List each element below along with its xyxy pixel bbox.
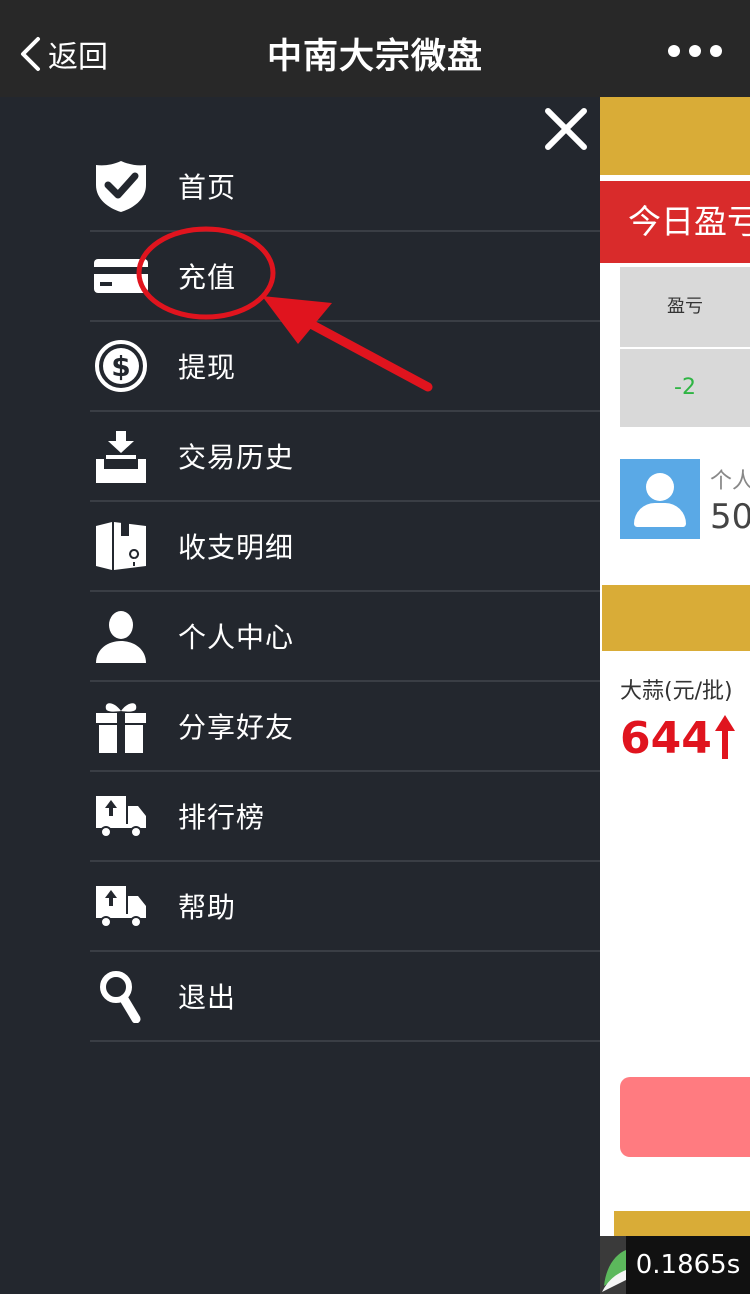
- menu-item-ranking[interactable]: 排行榜: [90, 772, 600, 862]
- gift-icon: [92, 697, 150, 755]
- product-price: 644: [620, 713, 736, 764]
- user-icon: [92, 607, 150, 665]
- menu-item-label: 排行榜: [178, 801, 266, 834]
- menu-item-logout[interactable]: 退出: [90, 952, 600, 1042]
- menu-item-home[interactable]: 首页: [90, 142, 600, 232]
- menu-item-statement[interactable]: 收支明细: [90, 502, 600, 592]
- truck-icon: [92, 787, 150, 845]
- more-menu-icon[interactable]: [668, 45, 722, 57]
- pl-table-header: 盈亏: [620, 267, 750, 347]
- menu-item-label: 交易历史: [178, 441, 295, 474]
- menu-list: 首页 充值 $ 提现 交易历史 收支明细 个人中心 分享好友 排行榜 帮助 退出: [90, 142, 600, 1042]
- menu-item-share[interactable]: 分享好友: [90, 682, 600, 772]
- profile-balance: 50: [710, 497, 750, 537]
- menu-item-label: 充值: [178, 261, 237, 294]
- product-price-value: 644: [620, 713, 712, 764]
- box-icon: [92, 517, 150, 575]
- menu-item-trade-history[interactable]: 交易历史: [90, 412, 600, 502]
- menu-item-recharge[interactable]: 充值: [90, 232, 600, 322]
- action-button[interactable]: [620, 1077, 750, 1157]
- menu-item-help[interactable]: 帮助: [90, 862, 600, 952]
- credit-card-icon: [92, 247, 150, 305]
- menu-item-label: 个人中心: [178, 621, 295, 654]
- menu-item-label: 提现: [178, 351, 237, 384]
- inbox-download-icon: [92, 427, 150, 485]
- menu-item-label: 收支明细: [178, 531, 295, 564]
- product-name: 大蒜(元/批): [620, 679, 733, 704]
- shield-check-icon: [92, 157, 150, 215]
- pl-table-value: -2: [620, 349, 750, 427]
- truck-icon: [92, 877, 150, 935]
- menu-item-withdraw[interactable]: $ 提现: [90, 322, 600, 412]
- dollar-icon: $: [92, 337, 150, 395]
- leaf-icon: [600, 1236, 626, 1294]
- svg-text:$: $: [111, 350, 130, 383]
- profile-label: 个人: [710, 469, 750, 494]
- arrow-up-icon: [714, 715, 735, 759]
- menu-item-label: 退出: [178, 981, 237, 1014]
- menu-item-personal-center[interactable]: 个人中心: [90, 592, 600, 682]
- side-menu: 首页 充值 $ 提现 交易历史 收支明细 个人中心 分享好友 排行榜 帮助 退出: [0, 97, 600, 1294]
- background-page: 今日盈亏 盈亏 -2 个人 50 大蒜(元/批) 644: [600, 97, 750, 1294]
- search-icon: [92, 967, 150, 1025]
- gold-header-bar: [600, 97, 750, 175]
- page-title: 中南大宗微盘: [266, 37, 483, 77]
- menu-item-label: 分享好友: [178, 711, 295, 744]
- timer-badge: 0.1865s: [626, 1236, 750, 1294]
- avatar[interactable]: [620, 459, 700, 539]
- menu-item-label: 首页: [178, 171, 237, 204]
- gold-section-bar: [602, 585, 750, 651]
- menu-item-label: 帮助: [178, 891, 237, 924]
- today-pl-banner: 今日盈亏: [600, 181, 750, 263]
- navbar: 返回 中南大宗微盘: [0, 0, 750, 97]
